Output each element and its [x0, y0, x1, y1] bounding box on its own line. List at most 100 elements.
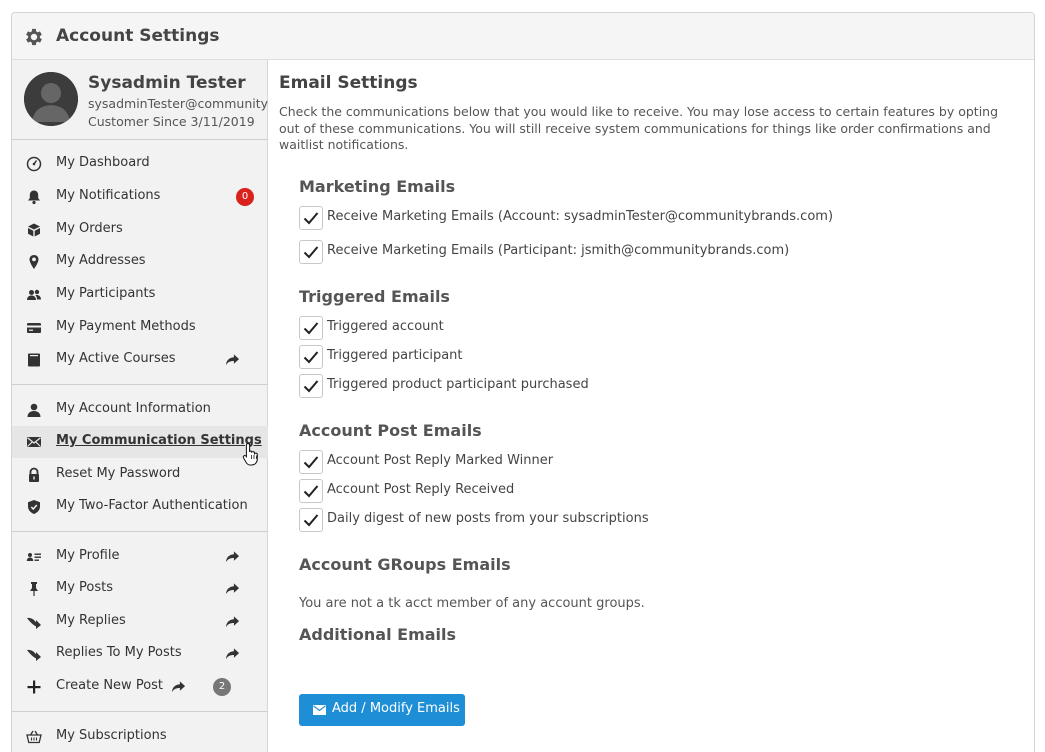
checkbox[interactable]	[299, 479, 323, 503]
sidebar-item-label: My Addresses	[56, 253, 146, 268]
checkbox-label: Receive Marketing Emails (Participant: j…	[327, 243, 790, 258]
book-icon	[28, 353, 40, 367]
sidebar-item-create-new-post[interactable]: Create New Post 2	[12, 671, 268, 703]
account-settings-panel: Account Settings Sysadmin Tester sysadmi…	[11, 12, 1035, 752]
checkbox-label: Receive Marketing Emails (Account: sysad…	[327, 209, 834, 224]
sidebar-item-label: My Posts	[56, 580, 114, 595]
user-icon	[27, 403, 41, 417]
sidebar-item-replies-to-my-posts[interactable]: Replies To My Posts	[12, 638, 268, 670]
sidebar-divider	[12, 384, 268, 385]
sidebar-item-label: My Two-Factor Authentication	[56, 498, 248, 513]
checkbox-label: Account Post Reply Marked Winner	[327, 453, 554, 468]
sidebar-divider	[12, 531, 268, 532]
page-title: Email Settings	[279, 73, 418, 93]
profile-card: Sysadmin Tester sysadminTester@community…	[12, 60, 268, 140]
checkmark-icon	[303, 212, 319, 225]
sidebar-item-dashboard[interactable]: My Dashboard	[12, 148, 268, 180]
basket-icon	[26, 730, 42, 744]
add-modify-emails-button[interactable]: Add / Modify Emails	[299, 694, 465, 726]
checkmark-icon	[303, 246, 319, 259]
checkbox[interactable]	[299, 374, 323, 398]
bell-icon	[28, 190, 40, 205]
sidebar-item-participants[interactable]: My Participants	[12, 279, 268, 311]
section-title-account-groups: Account GRoups Emails	[299, 555, 511, 574]
credit-card-icon	[27, 323, 41, 333]
lock-icon	[29, 467, 39, 482]
sidebar-item-label: My Replies	[56, 613, 126, 628]
sidebar-item-label: My Communication Settings	[56, 433, 262, 448]
sidebar-item-label: Create New Post	[56, 678, 164, 693]
avatar	[24, 72, 78, 126]
sidebar: Sysadmin Tester sysadminTester@community…	[12, 60, 268, 752]
reply-icon	[27, 617, 41, 629]
section-title-marketing: Marketing Emails	[299, 177, 456, 196]
dashboard-icon	[26, 156, 42, 172]
sidebar-item-label: Reset My Password	[56, 466, 181, 481]
post-count-badge: 2	[213, 678, 231, 696]
sidebar-item-subscriptions[interactable]: My Subscriptions	[12, 721, 268, 752]
user-silhouette-icon	[24, 72, 78, 126]
external-link-icon	[225, 551, 240, 563]
users-icon	[27, 289, 41, 300]
checkbox-label: Triggered product participant purchased	[327, 377, 589, 392]
checkmark-icon	[303, 485, 319, 498]
checkbox-label: Triggered account	[327, 319, 444, 334]
sidebar-item-label: My Profile	[56, 548, 120, 563]
sidebar-item-label: My Participants	[56, 286, 156, 301]
checkmark-icon	[303, 380, 319, 393]
external-link-icon	[171, 681, 186, 693]
profile-since: Customer Since 3/11/2019	[88, 114, 255, 129]
checkmark-icon	[303, 351, 319, 364]
section-title-account-post: Account Post Emails	[299, 421, 482, 440]
sidebar-item-reset-password[interactable]: Reset My Password	[12, 459, 268, 491]
sidebar-item-label: My Payment Methods	[56, 319, 196, 334]
sidebar-item-orders[interactable]: My Orders	[12, 214, 268, 246]
profile-name: Sysadmin Tester	[88, 73, 246, 93]
box-icon	[28, 223, 40, 237]
profile-email: sysadminTester@communitybrands.com	[88, 96, 268, 111]
sidebar-item-label: My Notifications	[56, 188, 161, 203]
sidebar-item-label: My Orders	[56, 221, 123, 236]
hand-cursor-icon	[242, 442, 258, 466]
add-modify-emails-label: Add / Modify Emails	[332, 701, 460, 716]
sidebar-item-two-factor[interactable]: My Two-Factor Authentication	[12, 491, 268, 523]
external-link-icon	[225, 648, 240, 660]
checkbox[interactable]	[299, 345, 323, 369]
sidebar-item-profile[interactable]: My Profile	[12, 541, 268, 573]
sidebar-item-label: My Account Information	[56, 401, 211, 416]
checkmark-icon	[303, 322, 319, 335]
gear-icon	[26, 28, 42, 46]
sidebar-item-label: My Dashboard	[56, 155, 150, 170]
checkbox[interactable]	[299, 240, 323, 264]
notification-count-badge: 0	[236, 188, 254, 206]
section-title-additional: Additional Emails	[299, 625, 457, 644]
external-link-icon	[225, 583, 240, 595]
sidebar-item-account-information[interactable]: My Account Information	[12, 394, 268, 426]
sidebar-item-notifications[interactable]: My Notifications 0	[12, 181, 268, 213]
checkmark-icon	[303, 456, 319, 469]
checkbox-label: Account Post Reply Received	[327, 482, 515, 497]
checkbox[interactable]	[299, 508, 323, 532]
plus-icon	[27, 680, 41, 694]
envelope-icon	[27, 437, 41, 447]
sidebar-item-payment-methods[interactable]: My Payment Methods	[12, 312, 268, 344]
checkbox[interactable]	[299, 206, 323, 230]
external-link-icon	[225, 616, 240, 628]
id-card-icon	[26, 553, 41, 561]
shield-icon	[28, 500, 40, 514]
sidebar-item-replies[interactable]: My Replies	[12, 606, 268, 638]
sidebar-item-posts[interactable]: My Posts	[12, 573, 268, 605]
sidebar-item-addresses[interactable]: My Addresses	[12, 246, 268, 278]
checkmark-icon	[303, 514, 319, 527]
intro-text: Check the communications below that you …	[279, 104, 999, 152]
sidebar-item-communication-settings[interactable]: My Communication Settings	[12, 426, 268, 458]
sidebar-item-active-courses[interactable]: My Active Courses	[12, 344, 268, 376]
checkbox[interactable]	[299, 316, 323, 340]
envelope-icon	[313, 705, 326, 715]
external-link-icon	[225, 354, 240, 366]
checkbox[interactable]	[299, 450, 323, 474]
checkbox-label: Triggered participant	[327, 348, 463, 363]
pin-icon	[30, 582, 38, 596]
sidebar-item-label: My Active Courses	[56, 351, 176, 366]
map-pin-icon	[29, 255, 39, 269]
